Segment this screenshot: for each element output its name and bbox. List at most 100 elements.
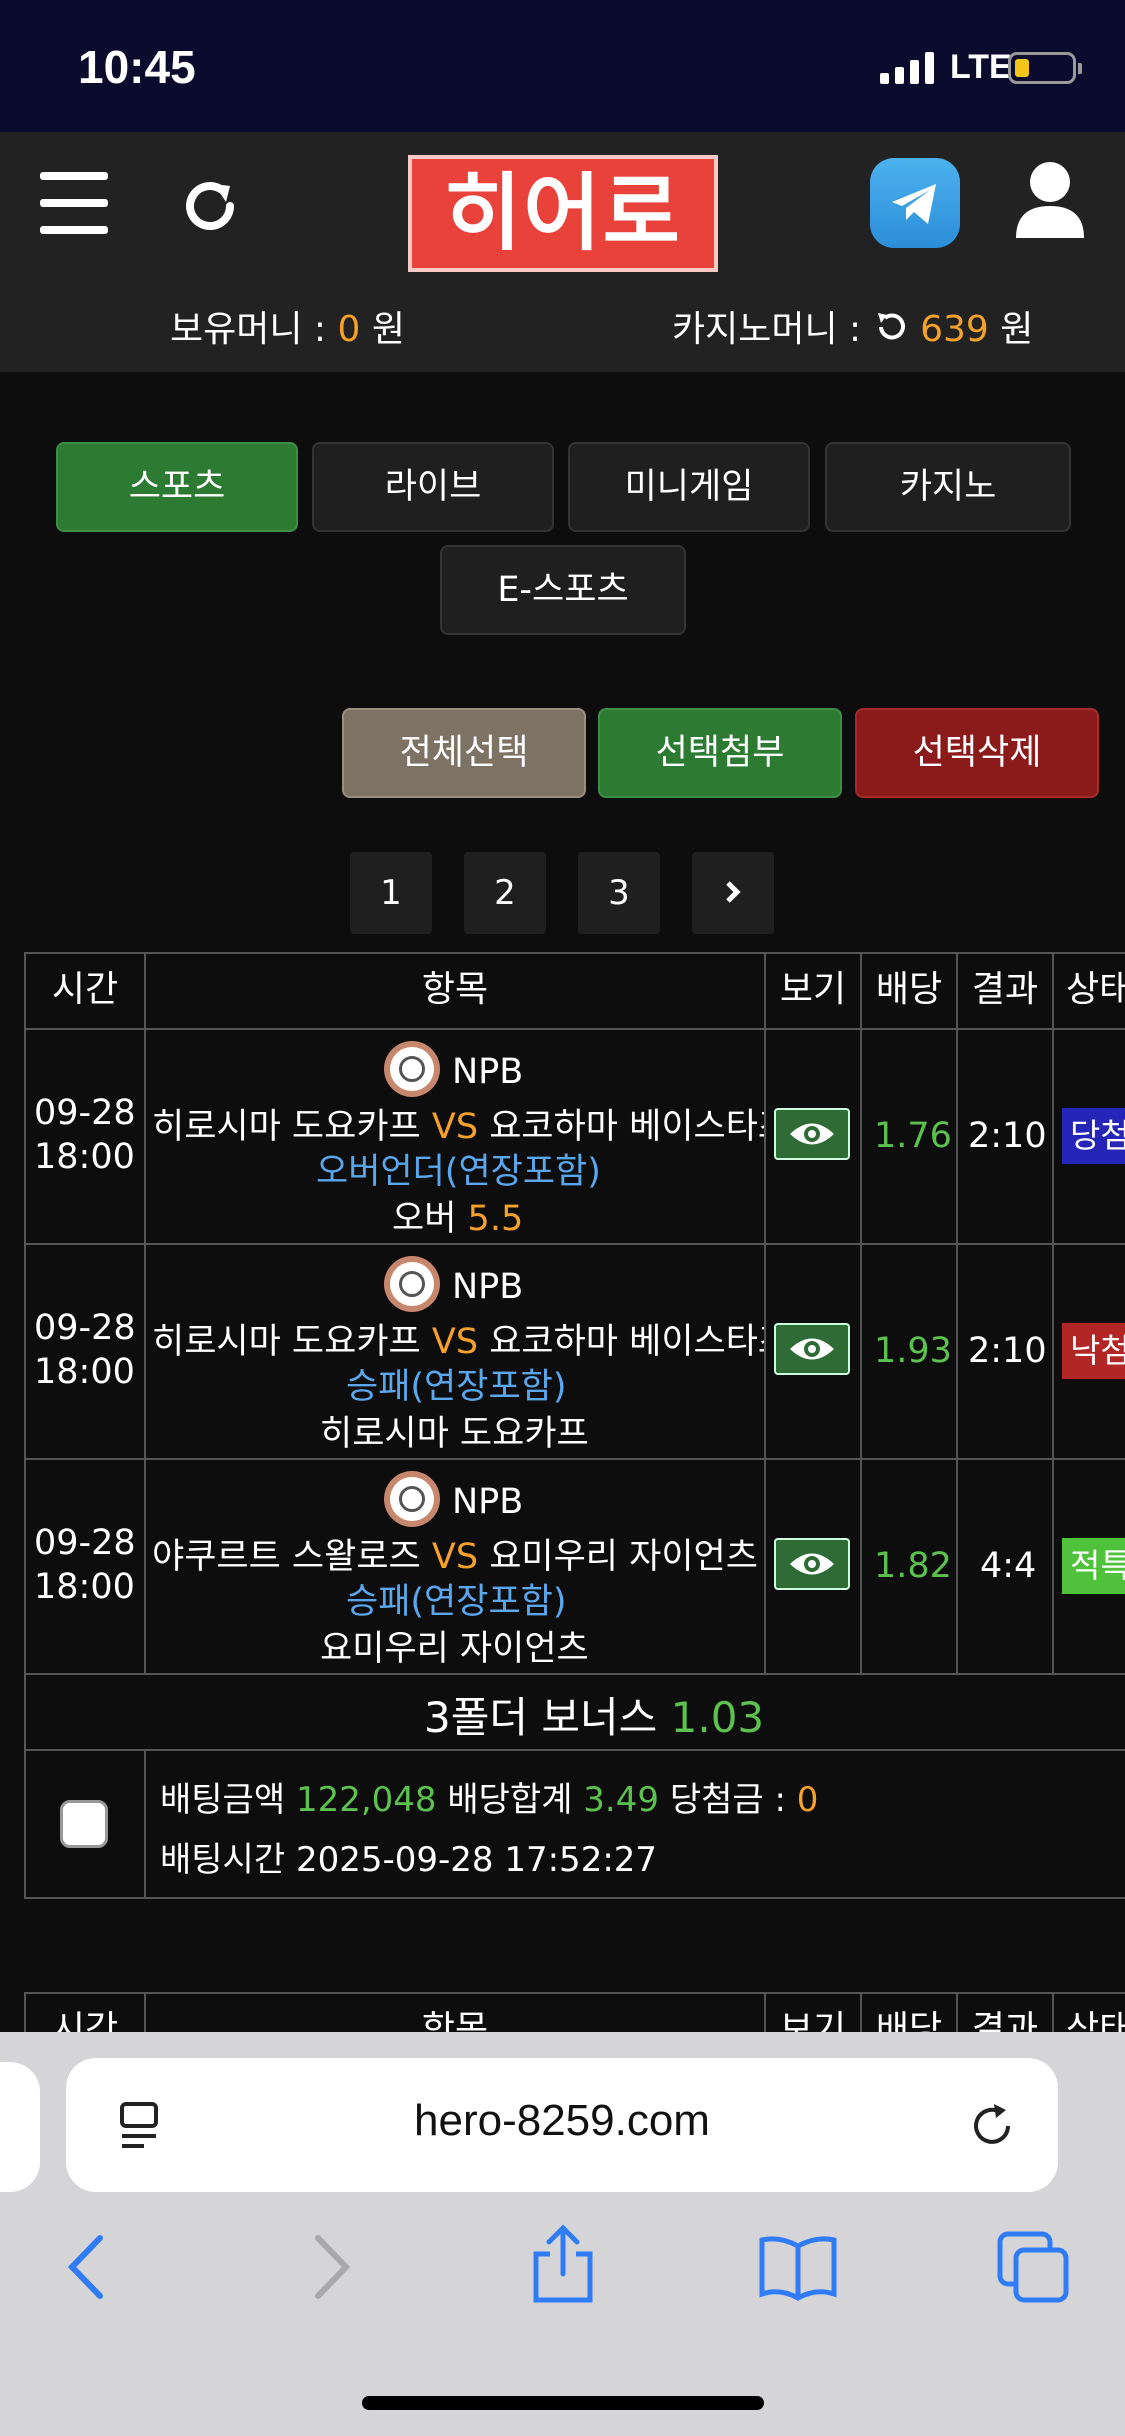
view-button[interactable] — [774, 1538, 850, 1590]
held-money-label: 보유머니 : — [170, 309, 327, 350]
bet-time: 18:00 — [34, 1567, 135, 1607]
bet-amount-label: 배팅금액 — [160, 1780, 286, 1820]
bet-result: 2:10 — [968, 1116, 1047, 1156]
league-name: NPB — [452, 1052, 524, 1092]
tab-sports[interactable]: 스포츠 — [56, 442, 298, 532]
baseball-icon — [384, 1041, 440, 1097]
telegram-icon[interactable] — [870, 158, 960, 248]
tabs-icon[interactable] — [996, 2230, 1072, 2306]
page-3[interactable]: 3 — [578, 852, 660, 934]
header-view: 보기 — [764, 952, 862, 1030]
url-text: hero-8259.com — [414, 2096, 710, 2145]
bet-result: 2:10 — [968, 1331, 1047, 1371]
odds-total: 3.49 — [583, 1780, 659, 1820]
next-page-button[interactable] — [692, 852, 774, 934]
hamburger-icon[interactable] — [40, 172, 108, 236]
baseball-icon — [384, 1471, 440, 1527]
held-money: 보유머니 : 0 원 — [170, 300, 405, 352]
bet-date: 09-28 — [34, 1308, 136, 1348]
home-indicator — [362, 2396, 764, 2410]
tab-live[interactable]: 라이브 — [312, 442, 554, 532]
bet-pick: 히로시마 도요카프 — [320, 1405, 589, 1456]
eye-icon — [790, 1123, 834, 1145]
delete-selected-button[interactable]: 선택삭제 — [855, 708, 1099, 798]
odds-total-label: 배당합계 — [447, 1780, 573, 1820]
bonus-text: 3폴더 보너스 1.03 — [424, 1684, 764, 1745]
bet-time-line: 배팅시간 2025-09-28 17:52:27 — [160, 1832, 657, 1881]
view-button[interactable] — [774, 1323, 850, 1375]
bet-time-label: 배팅시간 — [160, 1840, 286, 1880]
eye-icon — [790, 1338, 834, 1360]
status-badge: 적특 — [1062, 1538, 1125, 1594]
bet-odds: 1.93 — [874, 1331, 952, 1371]
status-time: 10:45 — [78, 41, 196, 93]
status-badge: 낙첨 — [1062, 1323, 1125, 1379]
tab-minigame[interactable]: 미니게임 — [568, 442, 810, 532]
vs-label: VS — [431, 1537, 479, 1577]
home-team: 히로시마 도요카프 — [152, 1322, 421, 1362]
bet-summary-line: 배팅금액 122,048 배당합계 3.49 당첨금 : 0 — [160, 1772, 818, 1821]
casino-refresh-icon[interactable] — [873, 309, 909, 345]
casino-money-label: 카지노머니 : — [672, 309, 862, 350]
signal-icon — [880, 52, 936, 84]
win-label: 당첨금 : — [669, 1780, 786, 1820]
header-time: 시간 — [24, 952, 146, 1030]
header-result: 결과 — [956, 952, 1054, 1030]
pick-value: 5.5 — [467, 1199, 524, 1239]
bet-date: 09-28 — [34, 1093, 136, 1133]
select-all-button[interactable]: 전체선택 — [342, 708, 586, 798]
bet-time: 18:00 — [34, 1137, 135, 1177]
user-icon[interactable] — [1014, 160, 1086, 244]
tab-esports[interactable]: E-스포츠 — [440, 545, 686, 635]
league-name: NPB — [452, 1482, 524, 1522]
match-teams: 히로시마 도요카프 VS 요코하마 베이스타즈 — [152, 1313, 764, 1364]
bet-odds: 1.76 — [874, 1116, 952, 1156]
held-money-unit: 원 — [371, 309, 405, 350]
bet-date: 09-28 — [34, 1523, 136, 1563]
address-bar[interactable]: hero-8259.com — [66, 2058, 1058, 2192]
status-bar: 10:45 LTE — [0, 0, 1125, 132]
bet-market: 승패(연장포함) — [346, 1367, 567, 1407]
back-icon[interactable] — [62, 2232, 112, 2302]
match-teams: 야쿠르트 스왈로즈 VS 요미우리 자이언츠 — [152, 1528, 764, 1579]
bookmarks-icon[interactable] — [758, 2232, 838, 2302]
bet-odds: 1.82 — [874, 1546, 952, 1586]
share-icon[interactable] — [528, 2222, 598, 2306]
reload-icon[interactable] — [966, 2100, 1018, 2152]
casino-money-value: 639 — [920, 309, 989, 350]
bet-time: 18:00 — [34, 1352, 135, 1392]
view-button[interactable] — [774, 1108, 850, 1160]
status-badge: 당첨 — [1062, 1108, 1125, 1164]
casino-money-unit: 원 — [1000, 309, 1034, 350]
refresh-icon[interactable] — [178, 176, 242, 244]
attach-selected-button[interactable]: 선택첨부 — [598, 708, 842, 798]
win-amount: 0 — [796, 1780, 819, 1820]
held-money-value: 0 — [337, 309, 361, 350]
bet-market: 오버언더(연장포함) — [316, 1152, 601, 1192]
page-2[interactable]: 2 — [464, 852, 546, 934]
away-team: 요코하마 베이스타즈 — [489, 1322, 764, 1362]
bonus-value: 1.03 — [670, 1693, 765, 1742]
pick-label: 히로시마 도요카프 — [320, 1414, 589, 1454]
bet-pick: 요미우리 자이언츠 — [320, 1620, 589, 1671]
tab-casino[interactable]: 카지노 — [825, 442, 1071, 532]
vs-label: VS — [431, 1322, 479, 1362]
site-logo[interactable]: 히어로 — [408, 155, 718, 272]
previous-tab-card[interactable] — [0, 2062, 40, 2192]
forward-icon[interactable] — [306, 2232, 356, 2302]
away-team: 요미우리 자이언츠 — [489, 1537, 758, 1577]
bet-result: 4:4 — [980, 1546, 1037, 1586]
match-teams: 히로시마 도요카프 VS 요코하마 베이스타즈 — [152, 1098, 764, 1149]
bet-time-value: 2025-09-28 17:52:27 — [295, 1840, 658, 1880]
eye-icon — [790, 1553, 834, 1575]
bet-select-checkbox[interactable] — [60, 1800, 108, 1848]
home-team: 야쿠르트 스왈로즈 — [152, 1537, 421, 1577]
header-status: 상태 — [1052, 952, 1125, 1030]
league-name: NPB — [452, 1267, 524, 1307]
header-odds: 배당 — [860, 952, 958, 1030]
pick-label: 오버 — [392, 1199, 457, 1239]
bet-amount: 122,048 — [295, 1780, 437, 1820]
baseball-icon — [384, 1256, 440, 1312]
page-1[interactable]: 1 — [350, 852, 432, 934]
vs-label: VS — [431, 1107, 479, 1147]
